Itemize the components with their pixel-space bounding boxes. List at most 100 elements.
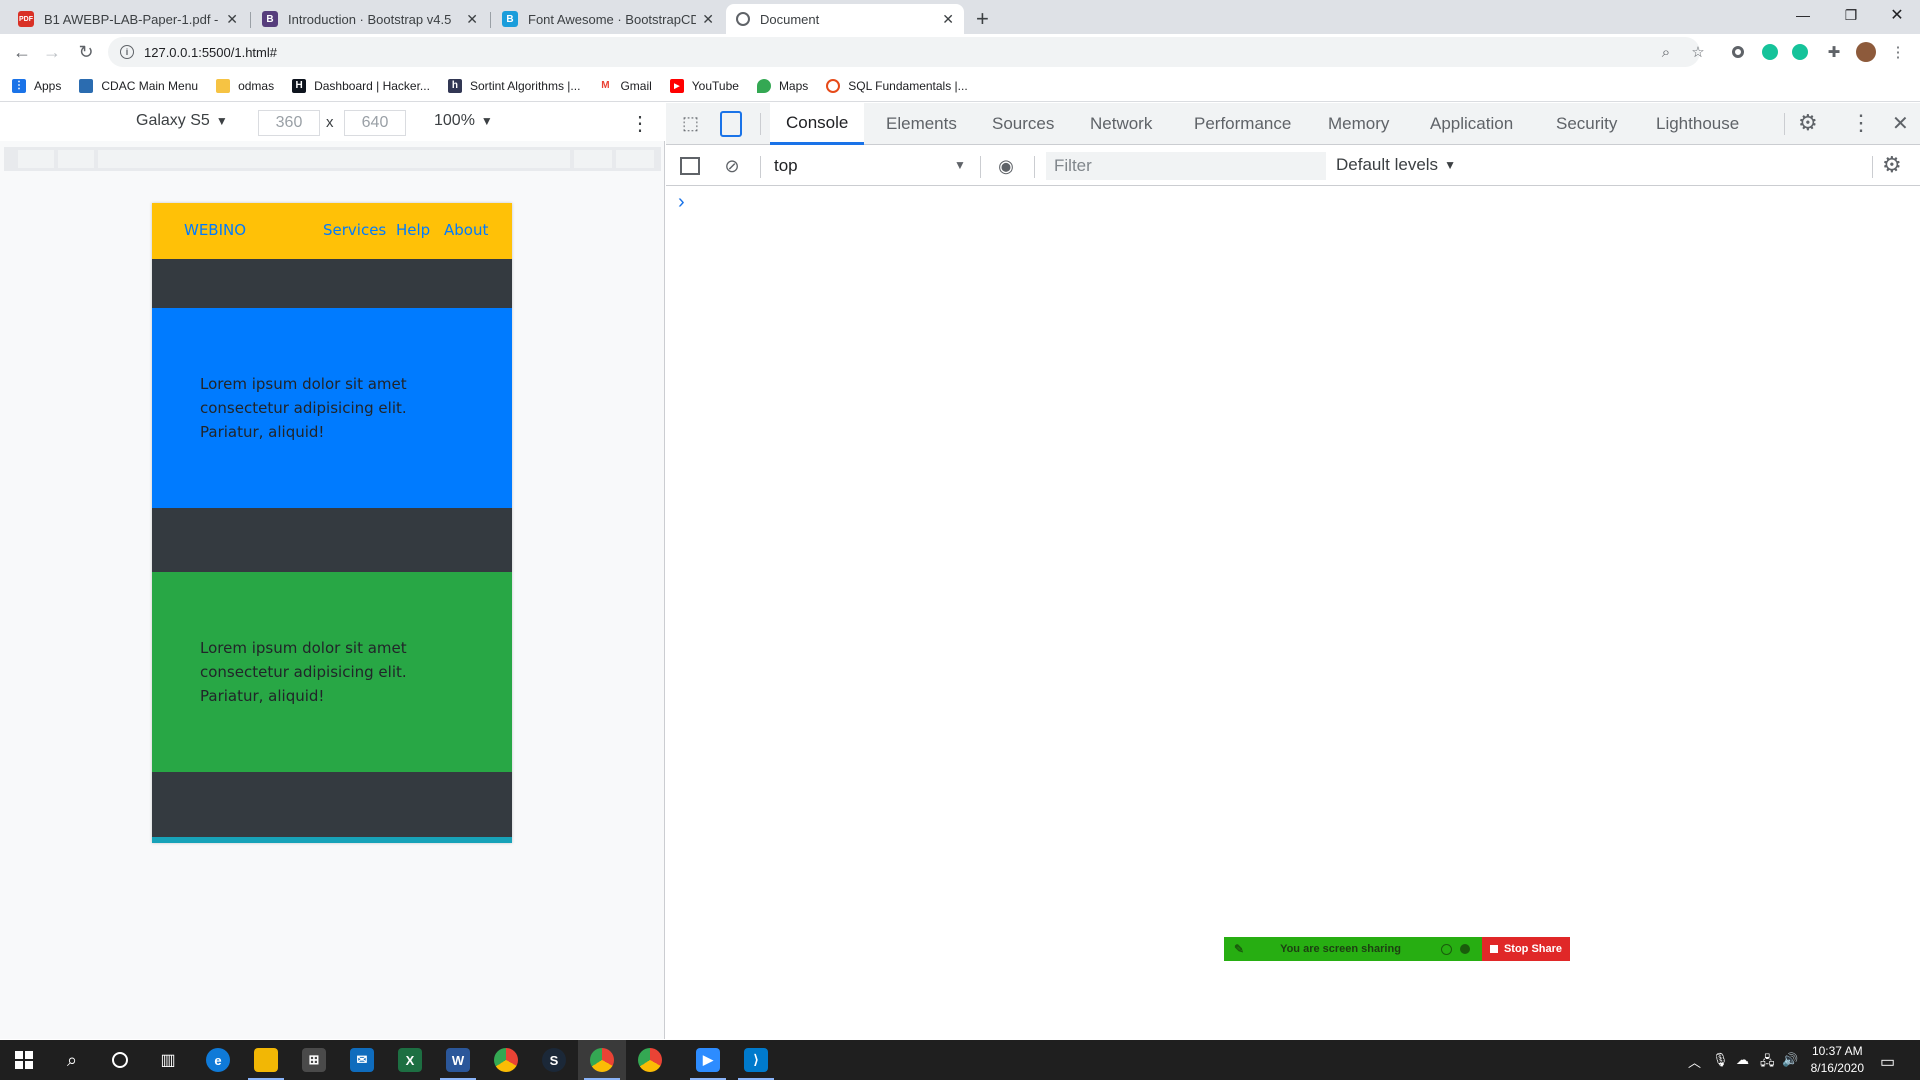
context-select[interactable]: top (774, 156, 798, 176)
browser-menu-icon[interactable]: ⋮ (1888, 42, 1908, 62)
browser-tab[interactable]: B Introduction · Bootstrap v4.5 ✕ (252, 4, 488, 34)
browser-tab[interactable]: PDF B1 AWEBP-LAB-Paper-1.pdf - Go ✕ (8, 4, 248, 34)
network-icon[interactable]: 🖧 (1760, 1052, 1775, 1074)
extension-icon[interactable] (1728, 42, 1748, 62)
tab-memory[interactable]: Memory (1328, 103, 1389, 145)
bookmark-cdac[interactable]: CDAC Main Menu (79, 78, 198, 93)
context-caret-icon[interactable]: ▼ (954, 158, 966, 172)
live-expression-eye-icon[interactable]: ◉ (994, 154, 1018, 178)
pdf-icon: PDF (18, 11, 34, 27)
console-prompt[interactable]: › (678, 191, 685, 214)
file-explorer-icon[interactable] (242, 1040, 290, 1080)
store-icon[interactable]: ⊞ (290, 1040, 338, 1080)
tab-console[interactable]: Console (770, 103, 865, 145)
console-filter-input[interactable]: Filter (1046, 152, 1326, 180)
edge-glyph: e (206, 1048, 230, 1072)
bookmark-youtube[interactable]: ▶ YouTube (669, 78, 739, 93)
clear-console-icon[interactable]: ⊘ (720, 154, 744, 178)
close-tab-icon[interactable]: ✕ (942, 11, 954, 28)
forward-icon[interactable]: → (40, 40, 64, 64)
start-button[interactable] (0, 1040, 48, 1080)
chrome-icon[interactable] (482, 1040, 530, 1080)
zoom-glyph: ▶ (696, 1048, 720, 1072)
sidebar-toggle-icon[interactable] (678, 154, 702, 178)
bookmark-label: YouTube (691, 78, 739, 93)
globe-icon (736, 12, 750, 26)
grammarly-badge-icon[interactable] (1760, 42, 1780, 62)
media-query-bar[interactable] (4, 147, 661, 171)
edge-icon[interactable]: e (194, 1040, 242, 1080)
close-tab-icon[interactable]: ✕ (226, 11, 238, 28)
nav-link-about[interactable]: About (444, 221, 488, 239)
nav-link-help[interactable]: Help (396, 221, 430, 239)
window-close-icon[interactable]: ✕ (1874, 0, 1920, 30)
emulated-viewport: WEBINO Services Help About Lorem ipsum d… (152, 203, 512, 843)
bookmark-star-icon[interactable]: ☆ (1688, 42, 1708, 62)
width-input[interactable]: 360 (258, 110, 320, 136)
tab-sources[interactable]: Sources (992, 103, 1054, 145)
site-brand[interactable]: WEBINO (184, 221, 246, 239)
extensions-puzzle-icon[interactable]: ✚ (1824, 42, 1844, 62)
bookmark-sorting[interactable]: h Sortint Algorithms |... (447, 78, 580, 93)
word-icon[interactable]: W (434, 1040, 482, 1080)
bookmark-odmas[interactable]: odmas (216, 78, 274, 93)
inspect-element-icon[interactable]: ⬚ (682, 113, 706, 137)
bookmark-hackerrank[interactable]: H Dashboard | Hacker... (292, 78, 430, 93)
excel-icon[interactable]: X (386, 1040, 434, 1080)
close-tab-icon[interactable]: ✕ (702, 11, 714, 28)
device-select[interactable]: Galaxy S5 ▼ (136, 112, 228, 130)
zoom-meetings-icon[interactable]: ▶ (684, 1040, 732, 1080)
share-handle-icon[interactable]: ✎ (1234, 942, 1244, 956)
system-clock[interactable]: 10:37 AM 8/16/2020 (1811, 1043, 1864, 1077)
grammarly-icon[interactable] (1790, 42, 1810, 62)
bookmark-gmail[interactable]: M Gmail (598, 78, 652, 93)
device-toggle-icon[interactable] (720, 111, 742, 137)
volume-icon[interactable]: 🔊 (1782, 1052, 1798, 1068)
info-icon[interactable]: i (120, 45, 134, 59)
zoom-icon[interactable]: ⌕ (1656, 42, 1676, 62)
address-bar[interactable]: i 127.0.0.1:5500/1.html# (108, 37, 1700, 67)
avatar[interactable] (1856, 42, 1876, 62)
chrome-icon[interactable] (626, 1040, 674, 1080)
microphone-icon[interactable]: 🎙 (1712, 1052, 1729, 1068)
steam-icon[interactable]: S (530, 1040, 578, 1080)
browser-tab[interactable]: B Font Awesome · BootstrapCDN b ✕ (492, 4, 724, 34)
stop-share-button[interactable]: Stop Share (1482, 937, 1570, 961)
height-input[interactable]: 640 (344, 110, 406, 136)
nav-link-services[interactable]: Services (323, 221, 386, 239)
settings-gear-icon[interactable]: ⚙ (1798, 110, 1818, 136)
console-settings-icon[interactable]: ⚙ (1882, 152, 1902, 178)
show-hidden-icons[interactable]: ︿ (1688, 1052, 1701, 1071)
vscode-icon[interactable]: ⟩ (732, 1040, 780, 1080)
browser-tab-active[interactable]: Document ✕ (726, 4, 964, 34)
task-view-icon[interactable]: ▥ (144, 1040, 192, 1080)
tab-performance[interactable]: Performance (1194, 103, 1291, 145)
onedrive-icon[interactable]: ☁ (1736, 1052, 1749, 1068)
cortana-icon[interactable] (96, 1040, 144, 1080)
tab-elements[interactable]: Elements (886, 103, 957, 145)
bookmark-apps[interactable]: ⋮ Apps (12, 78, 61, 93)
chrome-icon[interactable] (578, 1040, 626, 1080)
tab-lighthouse[interactable]: Lighthouse (1656, 103, 1739, 145)
minimize-icon[interactable]: — (1780, 0, 1826, 30)
bookmark-maps[interactable]: Maps (756, 78, 808, 93)
zoom-select[interactable]: 100% ▼ (434, 112, 493, 130)
chrome-glyph (638, 1048, 662, 1072)
tab-network[interactable]: Network (1090, 103, 1152, 145)
clock-date: 8/16/2020 (1810, 1061, 1864, 1075)
bookmark-sql[interactable]: SQL Fundamentals |... (826, 78, 968, 93)
new-tab-icon[interactable]: + (976, 6, 989, 32)
tab-security[interactable]: Security (1556, 103, 1617, 145)
restore-icon[interactable]: ❐ (1828, 0, 1874, 30)
search-icon[interactable]: ⌕ (48, 1040, 96, 1080)
more-menu-icon[interactable]: ⋮ (1850, 110, 1872, 136)
more-options-icon[interactable]: ⋮ (630, 111, 650, 136)
close-devtools-icon[interactable]: ✕ (1892, 111, 1909, 136)
tab-application[interactable]: Application (1430, 103, 1513, 145)
reload-icon[interactable]: ↻ (74, 40, 98, 64)
back-icon[interactable]: ← (10, 40, 34, 64)
log-levels-select[interactable]: Default levels ▼ (1336, 155, 1456, 175)
mail-icon[interactable]: ✉ (338, 1040, 386, 1080)
notifications-icon[interactable]: ▭ (1880, 1052, 1895, 1072)
close-tab-icon[interactable]: ✕ (466, 11, 478, 28)
